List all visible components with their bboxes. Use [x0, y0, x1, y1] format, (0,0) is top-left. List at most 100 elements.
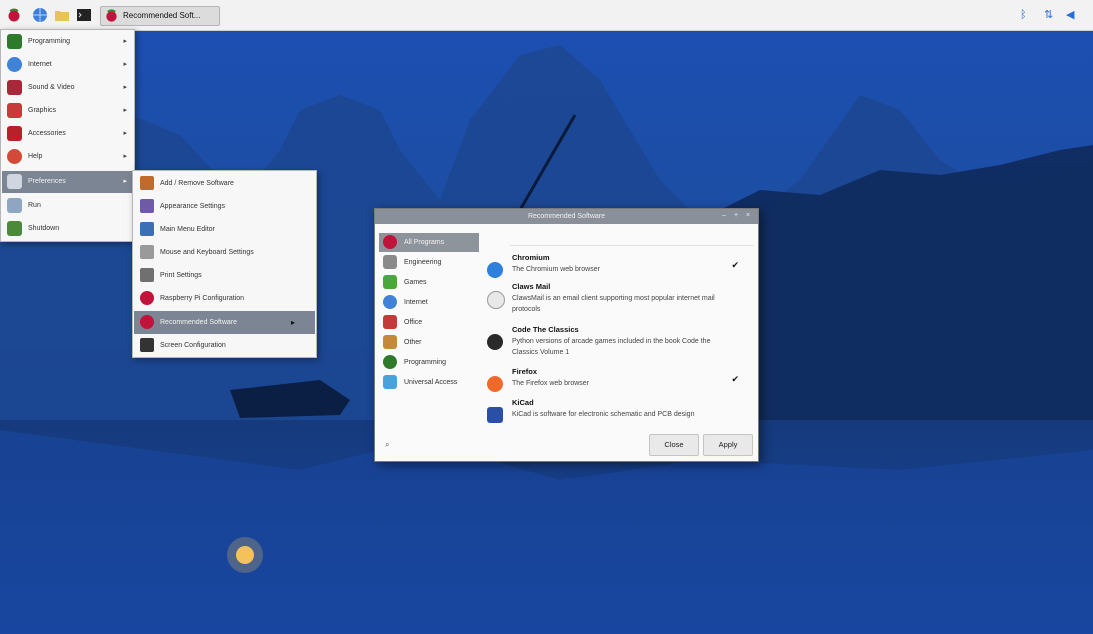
menu-item-preferences[interactable]: Preferences ▸	[2, 171, 133, 193]
category-label: Universal Access	[404, 379, 458, 386]
menu-item-shutdown[interactable]: Shutdown	[2, 218, 133, 240]
installed-check-icon[interactable]: ✔	[731, 260, 739, 271]
category-label: Other	[404, 339, 422, 346]
program-name: KiCad	[512, 398, 534, 407]
program-claws-mail[interactable]: Claws Mail ClawsMail is an email client …	[485, 282, 753, 322]
bluetooth-icon[interactable]: ᛒ	[1020, 9, 1032, 21]
program-list: Chromium The Chromium web browser ✔ Claw…	[485, 253, 753, 433]
menu-item-accessories[interactable]: Accessories ▸	[2, 123, 133, 145]
submenu-item-main-menu-editor[interactable]: Main Menu Editor	[134, 218, 315, 241]
chevron-right-icon: ▸	[123, 84, 127, 91]
chevron-right-icon: ▸	[123, 178, 127, 185]
submenu-item-recommended-software[interactable]: Recommended Software ▸	[134, 311, 315, 334]
menu-item-label: Internet	[28, 61, 52, 68]
accessibility-icon	[383, 375, 397, 389]
folder-icon[interactable]	[54, 7, 70, 23]
category-other[interactable]: Other	[379, 333, 479, 352]
terminal-icon[interactable]	[76, 7, 92, 23]
program-description: KiCad is software for electronic schemat…	[512, 411, 695, 418]
shutdown-icon	[7, 221, 22, 236]
games-icon	[383, 275, 397, 289]
preferences-submenu: Add / Remove Software Appearance Setting…	[132, 170, 317, 358]
menu-item-graphics[interactable]: Graphics ▸	[2, 100, 133, 122]
program-kicad[interactable]: KiCad KiCad is software for electronic s…	[485, 398, 753, 433]
category-label: Engineering	[404, 259, 442, 266]
menu-item-label: Help	[28, 153, 43, 160]
office-icon	[383, 315, 397, 329]
menu-item-run[interactable]: Run	[2, 195, 133, 217]
taskbar-window-label: Recommended Soft...	[123, 11, 201, 20]
submenu-item-screen-configuration[interactable]: Screen Configuration	[134, 334, 315, 357]
firefox-icon	[487, 376, 503, 392]
category-label: Internet	[404, 299, 428, 306]
chevron-right-icon: ▸	[123, 130, 127, 137]
category-office[interactable]: Office	[379, 313, 479, 332]
taskbar-window-button[interactable]: Recommended Soft...	[100, 6, 220, 26]
installed-check-icon[interactable]: ✔	[731, 374, 739, 385]
program-description: Python versions of arcade games included…	[512, 338, 711, 356]
run-icon	[7, 198, 22, 213]
menu-item-label: Sound & Video	[28, 84, 75, 91]
program-name: Firefox	[512, 367, 538, 376]
recommended-software-dialog: Recommended Software – + × All Programs …	[374, 208, 759, 462]
submenu-item-label: Appearance Settings	[160, 203, 225, 210]
menu-item-label: Graphics	[28, 107, 57, 114]
menu-editor-icon	[140, 222, 154, 236]
submenu-item-label: Recommended Software	[160, 319, 238, 326]
network-icon[interactable]: ⇅	[1044, 9, 1056, 21]
chevron-right-icon: ▸	[123, 107, 127, 114]
menu-item-label: Shutdown	[28, 225, 60, 232]
chevron-right-icon: ▸	[123, 38, 127, 45]
category-games[interactable]: Games	[379, 273, 479, 292]
submenu-item-raspberry-pi-configuration[interactable]: Raspberry Pi Configuration	[134, 287, 315, 310]
submenu-item-label: Screen Configuration	[160, 342, 226, 349]
category-engineering[interactable]: Engineering	[379, 253, 479, 272]
kicad-icon	[487, 407, 503, 423]
menu-item-help[interactable]: Help ▸	[2, 146, 133, 168]
sound-video-icon	[7, 80, 22, 95]
programming-icon	[7, 34, 22, 49]
category-all-programs[interactable]: All Programs	[379, 233, 479, 252]
raspberry-icon	[140, 291, 154, 305]
submenu-item-appearance-settings[interactable]: Appearance Settings	[134, 195, 315, 218]
program-code-the-classics[interactable]: Code The Classics Python versions of arc…	[485, 325, 753, 365]
preferences-icon	[7, 174, 22, 189]
category-list: All Programs Engineering Games Internet …	[379, 233, 479, 413]
raspberry-icon	[383, 235, 397, 249]
dialog-titlebar[interactable]: Recommended Software – + ×	[375, 209, 758, 224]
close-button[interactable]: Close	[649, 434, 699, 456]
program-name: Chromium	[512, 253, 550, 262]
menu-item-label: Programming	[28, 38, 71, 45]
category-label: Programming	[404, 359, 447, 366]
menu-item-sound-video[interactable]: Sound & Video ▸	[2, 77, 133, 99]
volume-icon[interactable]: ◀	[1066, 9, 1078, 21]
menu-item-label: Run	[28, 202, 41, 209]
category-programming[interactable]: Programming	[379, 353, 479, 372]
submenu-item-add-remove-software[interactable]: Add / Remove Software	[134, 172, 315, 195]
minimize-icon[interactable]: –	[720, 212, 728, 220]
accessories-icon	[7, 126, 22, 141]
close-icon[interactable]: ×	[744, 212, 752, 220]
submenu-item-print-settings[interactable]: Print Settings	[134, 264, 315, 287]
submenu-item-label: Add / Remove Software	[160, 180, 234, 187]
chromium-icon	[487, 262, 503, 278]
program-name: Claws Mail	[512, 282, 551, 291]
maximize-icon[interactable]: +	[732, 212, 740, 220]
programming-icon	[383, 355, 397, 369]
appearance-icon	[140, 199, 154, 213]
browser-icon[interactable]	[32, 7, 48, 23]
apply-button[interactable]: Apply	[703, 434, 753, 456]
cursor-icon: ▸	[290, 318, 295, 327]
category-internet[interactable]: Internet	[379, 293, 479, 312]
mail-icon	[487, 291, 505, 309]
menu-item-programming[interactable]: Programming ▸	[2, 31, 133, 53]
raspberry-icon	[140, 315, 154, 329]
category-universal-access[interactable]: Universal Access	[379, 373, 479, 392]
submenu-item-mouse-keyboard-settings[interactable]: Mouse and Keyboard Settings	[134, 241, 315, 264]
search-icon[interactable]: ⌕	[385, 440, 395, 450]
menu-item-internet[interactable]: Internet ▸	[2, 54, 133, 76]
printer-icon	[140, 268, 154, 282]
program-name: Code The Classics	[512, 325, 579, 334]
raspberry-icon[interactable]	[6, 7, 22, 23]
arcade-icon	[487, 334, 503, 350]
